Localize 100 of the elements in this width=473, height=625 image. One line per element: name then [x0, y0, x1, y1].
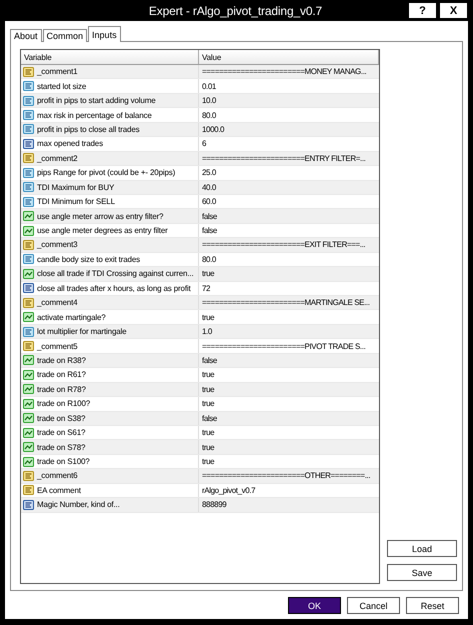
- value-cell[interactable]: true: [199, 397, 379, 410]
- variable-name: activate martingale?: [37, 312, 106, 322]
- number-type-icon: [23, 124, 34, 134]
- string-type-icon: [23, 485, 34, 496]
- boolean-type-icon: [23, 268, 34, 279]
- dialog-button[interactable]: Cancel: [347, 597, 400, 614]
- variable-name: trade on S61?: [37, 428, 86, 438]
- value-cell[interactable]: 80.0: [199, 108, 379, 122]
- tab[interactable]: Inputs: [88, 26, 121, 42]
- window-title: Expert - rAlgo_pivot_trading_v0.7: [148, 4, 324, 18]
- variable-name: trade on S78?: [37, 442, 86, 452]
- value-cell[interactable]: 25.0: [199, 166, 379, 180]
- save-button[interactable]: Save: [387, 564, 457, 581]
- variable-name: candle body size to exit trades: [37, 254, 140, 264]
- variable-name: _comment4: [37, 298, 78, 308]
- value-cell[interactable]: 80.0: [199, 252, 379, 266]
- variable-name: _comment1: [37, 67, 78, 76]
- boolean-type-icon: [23, 384, 34, 394]
- variable-name: profit in pips to close all trades: [37, 124, 140, 134]
- number-type-icon: [23, 326, 34, 337]
- dialog-button[interactable]: Reset: [406, 597, 459, 614]
- string-type-icon: [23, 341, 34, 352]
- value-cell[interactable]: 10.0: [199, 94, 379, 108]
- variable-name: close all trades after x hours, as long as profit: [37, 284, 191, 293]
- value-cell[interactable]: false: [199, 209, 379, 223]
- string-type-icon: [23, 240, 34, 250]
- number-type-icon: [23, 182, 34, 192]
- integer-type-icon: [23, 500, 34, 510]
- number-type-icon: [23, 168, 34, 178]
- variable-name: started lot size: [37, 82, 86, 91]
- value-cell[interactable]: 40.0: [199, 180, 379, 194]
- value-cell[interactable]: 888899: [199, 498, 379, 512]
- value-cell[interactable]: ========================OTHER========...: [199, 469, 379, 483]
- boolean-type-icon: [23, 398, 34, 409]
- variable-name: profit in pips to start adding volume: [37, 96, 156, 106]
- close-button[interactable]: X: [439, 2, 468, 19]
- value-cell[interactable]: true: [199, 440, 379, 454]
- string-type-icon: [23, 66, 34, 77]
- tab[interactable]: About: [10, 29, 42, 42]
- value-cell[interactable]: 0.01: [199, 79, 379, 93]
- column-header[interactable]: Variable: [21, 50, 199, 64]
- value-cell[interactable]: ========================EXIT FILTER===...: [199, 238, 379, 252]
- value-cell[interactable]: true: [199, 382, 379, 396]
- value-cell[interactable]: true: [199, 310, 379, 324]
- variable-name: max opened trades: [37, 139, 103, 148]
- value-cell[interactable]: ========================ENTRY FILTER=...: [199, 152, 379, 166]
- variable-name: Magic Number, kind of...: [37, 500, 120, 510]
- value-cell[interactable]: ========================PIVOT TRADE S...: [199, 339, 379, 353]
- number-type-icon: [23, 96, 34, 106]
- variable-name: pips Range for pivot (could be +- 20pips): [37, 168, 176, 178]
- help-button[interactable]: ?: [408, 2, 437, 19]
- integer-type-icon: [23, 138, 34, 149]
- tab[interactable]: Common: [42, 29, 88, 42]
- value-cell[interactable]: 1.0: [199, 324, 379, 338]
- boolean-type-icon: [23, 456, 34, 467]
- integer-type-icon: [23, 283, 34, 294]
- variable-name: trade on R61?: [37, 370, 86, 380]
- number-type-icon: [23, 110, 34, 120]
- boolean-type-icon: [23, 226, 34, 236]
- value-cell[interactable]: false: [199, 224, 379, 238]
- variable-name: _comment6: [37, 471, 78, 480]
- boolean-type-icon: [23, 428, 34, 438]
- variable-name: trade on S38?: [37, 414, 86, 423]
- value-cell[interactable]: 6: [199, 137, 379, 151]
- value-cell[interactable]: 72: [199, 282, 379, 295]
- string-type-icon: [23, 153, 34, 164]
- value-cell[interactable]: false: [199, 354, 379, 368]
- value-cell[interactable]: true: [199, 368, 379, 382]
- value-cell[interactable]: 60.0: [199, 194, 379, 208]
- boolean-type-icon: [23, 370, 34, 380]
- column-header[interactable]: Value: [199, 50, 379, 64]
- variable-name: trade on R38?: [37, 356, 86, 365]
- boolean-type-icon: [23, 355, 34, 366]
- variable-name: max risk in percentage of balance: [37, 110, 152, 120]
- variable-name: use angle meter degrees as entry filter: [37, 226, 168, 236]
- value-cell[interactable]: 1000.0: [199, 122, 379, 136]
- number-type-icon: [23, 81, 34, 92]
- boolean-type-icon: [23, 312, 34, 322]
- value-cell[interactable]: true: [199, 426, 379, 440]
- load-button[interactable]: Load: [387, 540, 457, 557]
- dialog-button[interactable]: OK: [288, 597, 341, 614]
- string-type-icon: [23, 470, 34, 481]
- variable-name: trade on S100?: [37, 457, 90, 466]
- variable-name: trade on R78?: [37, 384, 86, 394]
- number-type-icon: [23, 196, 34, 207]
- variable-name: lot multiplier for martingale: [37, 327, 126, 336]
- value-cell[interactable]: true: [199, 267, 379, 281]
- variable-name: trade on R100?: [37, 399, 90, 408]
- boolean-type-icon: [23, 442, 34, 452]
- value-cell[interactable]: true: [199, 454, 379, 468]
- value-cell[interactable]: ========================MARTINGALE SE...: [199, 296, 379, 310]
- variable-name: TDI Minimum for SELL: [37, 197, 115, 206]
- variable-name: _comment3: [37, 240, 78, 250]
- value-cell[interactable]: ========================MONEY MANAG...: [199, 65, 379, 78]
- variable-name: TDI Maximum for BUY: [37, 182, 114, 192]
- variable-name: EA comment: [37, 486, 81, 495]
- boolean-type-icon: [23, 413, 34, 424]
- value-cell[interactable]: false: [199, 412, 379, 425]
- variable-name: close all trade if TDI Crossing against curren...: [37, 269, 194, 278]
- value-cell[interactable]: rAlgo_pivot_v0.7: [199, 484, 379, 498]
